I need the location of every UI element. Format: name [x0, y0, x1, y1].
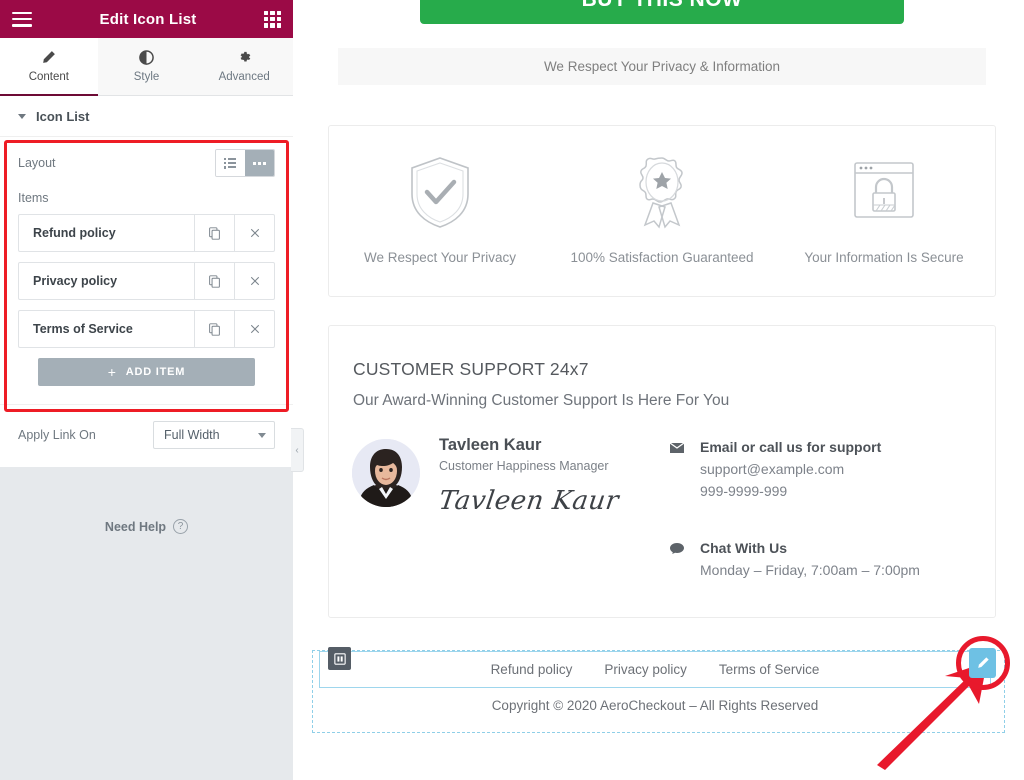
chevron-left-icon: ‹ — [295, 444, 299, 456]
grid-apps-icon[interactable] — [264, 10, 281, 28]
shield-check-icon — [407, 155, 473, 234]
contrast-circle-icon — [139, 50, 154, 65]
award-ribbon-icon — [629, 155, 695, 234]
apply-link-label: Apply Link On — [18, 428, 96, 442]
layout-option-inline[interactable] — [245, 150, 274, 176]
section-title: Icon List — [36, 109, 90, 124]
close-icon[interactable] — [234, 263, 274, 299]
trust-badge: 100% Satisfaction Guaranteed — [551, 155, 773, 268]
pencil-edit-icon — [977, 657, 989, 668]
pencil-icon — [41, 50, 56, 65]
support-phone-number[interactable]: 999-9999-999 — [700, 481, 881, 503]
copy-icon[interactable] — [194, 263, 234, 299]
support-subtitle: Our Award-Winning Customer Support Is He… — [353, 392, 730, 409]
privacy-notice-bar: We Respect Your Privacy & Information — [338, 48, 986, 85]
layout-label: Layout — [18, 156, 56, 170]
plus-icon: + — [107, 364, 117, 380]
layout-toggle-group — [215, 149, 275, 177]
chevron-down-icon — [258, 432, 266, 438]
hamburger-menu-icon[interactable] — [12, 11, 32, 27]
tab-content[interactable]: Content — [0, 38, 98, 96]
list-item[interactable]: Privacy policy — [18, 262, 275, 300]
trust-badge-label: We Respect Your Privacy — [363, 249, 517, 265]
section-icon-list[interactable]: Icon List — [0, 96, 293, 137]
column-handle-icon[interactable] — [328, 647, 351, 670]
support-email-address[interactable]: support@example.com — [700, 459, 881, 481]
page-preview-canvas: BUY THIS NOW We Respect Your Privacy & I… — [293, 0, 1024, 780]
footer-link-privacy-policy[interactable]: Privacy policy — [604, 662, 687, 677]
footer-link-terms-of-service[interactable]: Terms of Service — [719, 662, 820, 677]
tab-advanced[interactable]: Advanced — [195, 38, 294, 95]
support-person-name: Tavleen Kaur — [439, 436, 542, 454]
panel-body: Icon List Layout Items Refund policy Pri… — [0, 96, 293, 467]
list-item-label[interactable]: Privacy policy — [19, 263, 194, 299]
list-icon — [224, 158, 237, 169]
gear-icon — [237, 50, 252, 65]
envelope-icon — [669, 439, 687, 502]
question-circle-icon: ? — [173, 519, 189, 534]
layout-option-stacked[interactable] — [216, 150, 245, 176]
support-chat-block: Chat With Us Monday – Friday, 7:00am – 7… — [669, 540, 920, 582]
support-chat-hours: Monday – Friday, 7:00am – 7:00pm — [700, 562, 920, 578]
tab-content-label: Content — [28, 71, 69, 83]
list-item[interactable]: Terms of Service — [18, 310, 275, 348]
need-help-link[interactable]: Need Help ? — [0, 519, 293, 534]
items-label: Items — [18, 191, 49, 205]
trust-badge: We Respect Your Privacy — [329, 155, 551, 268]
buy-now-button[interactable]: BUY THIS NOW — [420, 0, 904, 24]
avatar — [352, 439, 420, 507]
panel-header: Edit Icon List — [0, 0, 293, 38]
edit-widget-button[interactable] — [969, 648, 996, 678]
copy-icon[interactable] — [194, 311, 234, 347]
customer-support-card: CUSTOMER SUPPORT 24x7 Our Award-Winning … — [328, 325, 996, 618]
trust-badge: Your Information Is Secure — [773, 155, 995, 268]
support-chat-title: Chat With Us — [700, 540, 787, 556]
chat-bubble-icon — [669, 540, 687, 582]
layout-control-row: Layout — [18, 149, 275, 177]
panel-footer-area: Need Help ? — [0, 467, 293, 780]
apply-link-value: Full Width — [164, 428, 220, 442]
list-item-label[interactable]: Terms of Service — [19, 311, 194, 347]
screen-root: Edit Icon List Content Style Advanced Ic… — [0, 0, 1024, 780]
apply-link-select[interactable]: Full Width — [153, 421, 275, 449]
support-email-block: Email or call us for support support@exa… — [669, 439, 881, 502]
trust-badge-label: Your Information Is Secure — [804, 249, 964, 265]
caret-down-icon — [18, 114, 26, 119]
tab-style-label: Style — [133, 71, 160, 83]
tab-style[interactable]: Style — [97, 38, 196, 95]
close-icon[interactable] — [234, 311, 274, 347]
browser-lock-icon — [851, 155, 917, 234]
footer-link-refund-policy[interactable]: Refund policy — [491, 662, 573, 677]
trust-badge-label: 100% Satisfaction Guaranteed — [570, 249, 754, 265]
list-item[interactable]: Refund policy — [18, 214, 275, 252]
panel-tabs: Content Style Advanced — [0, 38, 294, 96]
panel-collapse-toggle[interactable]: ‹ — [291, 428, 304, 472]
close-icon[interactable] — [234, 215, 274, 251]
footer-links: Refund policy Privacy policy Terms of Se… — [319, 651, 991, 688]
elementor-editor-panel: Edit Icon List Content Style Advanced Ic… — [0, 0, 294, 780]
icon-list-controls: Layout Items Refund policy Privacy polic… — [0, 137, 293, 404]
tab-advanced-label: Advanced — [218, 71, 270, 83]
apply-link-row: Apply Link On Full Width — [0, 404, 293, 467]
support-person-role: Customer Happiness Manager — [439, 459, 609, 473]
add-item-label: ADD ITEM — [125, 366, 186, 378]
footer-copyright: Copyright © 2020 AeroCheckout – All Righ… — [491, 698, 819, 713]
panel-title: Edit Icon List — [99, 10, 197, 28]
dots-inline-icon — [253, 161, 266, 165]
trust-badges-card: We Respect Your Privacy 100% Satisfactio… — [328, 125, 996, 297]
need-help-label: Need Help — [104, 519, 167, 534]
support-email-title: Email or call us for support — [700, 439, 882, 455]
support-title: CUSTOMER SUPPORT 24x7 — [353, 359, 589, 379]
list-item-label[interactable]: Refund policy — [19, 215, 194, 251]
add-item-button[interactable]: + ADD ITEM — [38, 358, 255, 386]
support-person-signature: Tavleen Kaur — [436, 486, 621, 516]
copy-icon[interactable] — [194, 215, 234, 251]
